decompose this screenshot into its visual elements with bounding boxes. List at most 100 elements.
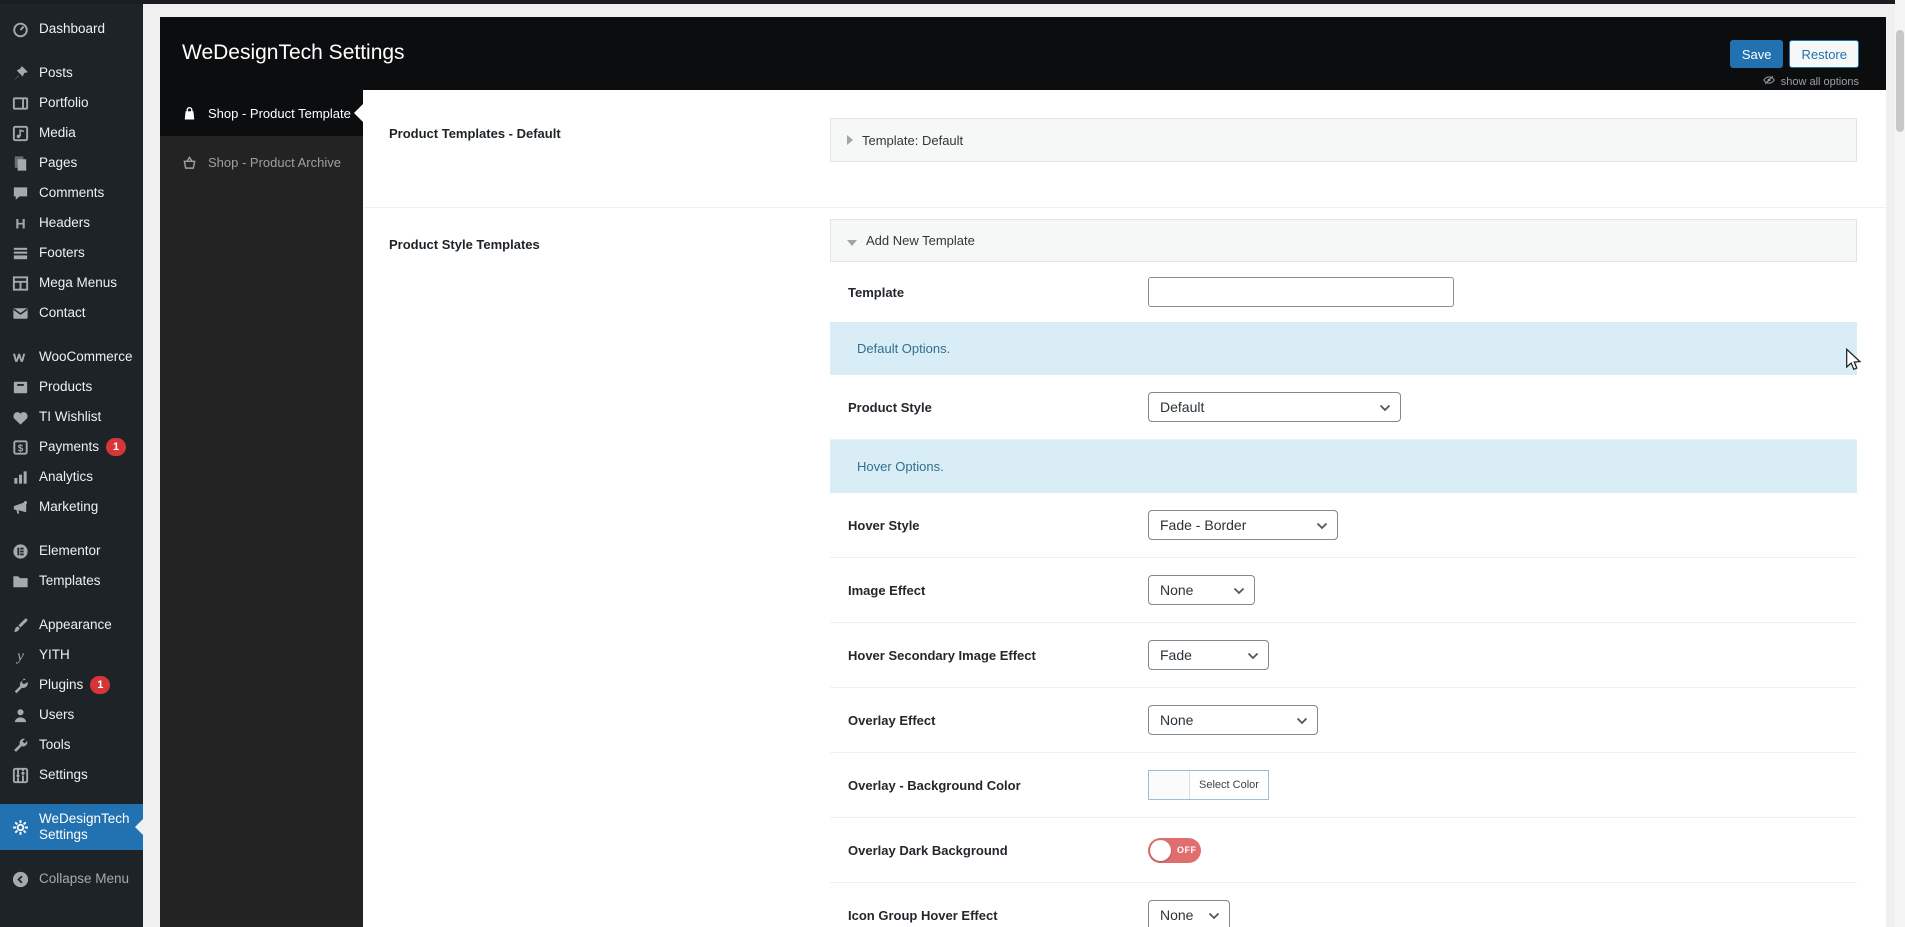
section-bar-label: Hover Options.: [857, 459, 944, 474]
sidebar-item-analytics[interactable]: Analytics: [0, 462, 143, 492]
sidebar-item-label: Pages: [39, 155, 78, 171]
hover-style-select[interactable]: Fade - Border: [1148, 510, 1338, 540]
select-value: None: [1160, 712, 1194, 728]
sidebar-item-label: Payments: [39, 439, 100, 455]
sidebar-item-label: Portfolio: [39, 95, 89, 111]
gear-icon: [11, 818, 30, 837]
save-button[interactable]: Save: [1729, 40, 1784, 68]
subnav-item-shop-product-template[interactable]: Shop - Product Template: [160, 90, 363, 136]
sidebar-item-label: Footers: [39, 245, 85, 261]
eye-off-icon: [1762, 73, 1776, 90]
footers-icon: [11, 244, 30, 263]
section-bar-default-options: Default Options.: [830, 322, 1857, 375]
shopping-bag-icon: [181, 105, 198, 122]
sidebar-item-label: Templates: [39, 573, 101, 589]
sidebar-item-label: Dashboard: [39, 21, 106, 37]
sidebar-item-label: WeDesignTech Settings: [39, 811, 130, 842]
chevron-down-icon: [1308, 517, 1328, 533]
folder-icon: [11, 572, 30, 591]
section-label: Product Templates - Default: [389, 126, 561, 141]
brush-icon: [11, 616, 30, 635]
restore-button[interactable]: Restore: [1789, 40, 1859, 68]
user-icon: [11, 706, 30, 725]
subnav-item-label: Shop - Product Archive: [208, 154, 341, 170]
woocommerce-icon: [11, 348, 30, 367]
settings-header: WeDesignTech Settings Save Restore show …: [160, 17, 1886, 90]
image-effect-select[interactable]: None: [1148, 575, 1255, 605]
sidebar-item-settings[interactable]: Settings: [0, 760, 143, 790]
form-rows: Template Default Options. Product Style Def…: [830, 262, 1857, 927]
template-input[interactable]: [1148, 277, 1454, 307]
bar-chart-icon: [11, 468, 30, 487]
show-all-options-label: show all options: [1780, 75, 1859, 88]
field-label: Template: [848, 284, 905, 300]
sidebar-item-label: Settings: [39, 767, 88, 783]
select-value: Default: [1160, 399, 1205, 415]
select-value: Fade - Border: [1160, 517, 1247, 533]
sidebar-item-yith[interactable]: y YITH: [0, 640, 143, 670]
select-color-button[interactable]: Select Color: [1190, 771, 1268, 799]
product-style-select[interactable]: Default: [1148, 392, 1401, 422]
sidebar-item-plugins[interactable]: Plugins 1: [0, 670, 143, 700]
section-label: Product Style Templates: [389, 237, 540, 252]
toggle-knob: [1150, 839, 1171, 861]
sidebar-item-portfolio[interactable]: Portfolio: [0, 88, 143, 118]
sidebar-item-elementor[interactable]: Elementor: [0, 536, 143, 566]
field-label: Icon Group Hover Effect: [848, 907, 998, 923]
sidebar-item-marketing[interactable]: Marketing: [0, 492, 143, 522]
sidebar-item-posts[interactable]: Posts: [0, 58, 143, 88]
svg-text:$: $: [18, 443, 24, 454]
sidebar-item-collapse-menu[interactable]: Collapse Menu: [0, 864, 143, 894]
sidebar-item-headers[interactable]: H Headers: [0, 208, 143, 238]
page-title: WeDesignTech Settings: [182, 41, 405, 64]
template-default-accordion[interactable]: Template: Default: [830, 118, 1857, 162]
add-new-template-accordion[interactable]: Add New Template: [830, 219, 1857, 262]
caret-down-icon: [847, 239, 857, 246]
sidebar-item-users[interactable]: Users: [0, 700, 143, 730]
hover-secondary-image-effect-select[interactable]: Fade: [1148, 640, 1269, 670]
sidebar-item-templates[interactable]: Templates: [0, 566, 143, 596]
sidebar-item-label: Contact: [39, 305, 86, 321]
sidebar-item-tools[interactable]: Tools: [0, 730, 143, 760]
scrollbar[interactable]: [1895, 0, 1905, 927]
sidebar-item-ti-wishlist[interactable]: TI Wishlist: [0, 402, 143, 432]
settings-row-overlay-dark-background: Overlay Dark Background OFF: [830, 818, 1857, 883]
overlay-background-color-picker[interactable]: Select Color: [1148, 770, 1269, 800]
sidebar-item-pages[interactable]: Pages: [0, 148, 143, 178]
subnav-item-label: Shop - Product Template: [208, 105, 351, 121]
products-icon: [11, 378, 30, 397]
sidebar-item-footers[interactable]: Footers: [0, 238, 143, 268]
portfolio-icon: [11, 94, 30, 113]
subnav-item-shop-product-archive[interactable]: Shop - Product Archive: [160, 136, 363, 188]
payments-icon: $: [11, 438, 30, 457]
sidebar-item-appearance[interactable]: Appearance: [0, 610, 143, 640]
sidebar-item-mega-menus[interactable]: Mega Menus: [0, 268, 143, 298]
overlay-effect-select[interactable]: None: [1148, 705, 1318, 735]
icon-group-hover-effect-select[interactable]: None: [1148, 900, 1230, 927]
sidebar-item-comments[interactable]: Comments: [0, 178, 143, 208]
mega-menus-icon: [11, 274, 30, 293]
sidebar-item-payments[interactable]: $ Payments 1: [0, 432, 143, 462]
heart-icon: [11, 408, 30, 427]
sidebar-item-label: Comments: [39, 185, 105, 201]
sidebar-item-woocommerce[interactable]: WooCommerce: [0, 342, 143, 372]
settings-row-hover-secondary-image-effect: Hover Secondary Image Effect Fade: [830, 623, 1857, 688]
chevron-down-icon: [1225, 582, 1245, 598]
sidebar-item-wedesigntech-settings[interactable]: WeDesignTech Settings: [0, 804, 143, 850]
sidebar-item-media[interactable]: Media: [0, 118, 143, 148]
scrollbar-thumb[interactable]: [1896, 30, 1904, 132]
sidebar-item-label: Posts: [39, 65, 73, 81]
sidebar-item-dashboard[interactable]: Dashboard: [0, 14, 143, 44]
settings-content: Product Templates - Default Template: De…: [363, 90, 1886, 927]
chevron-down-icon: [1200, 907, 1220, 923]
wrench-icon: [11, 736, 30, 755]
section-product-templates: Product Templates - Default Template: De…: [363, 90, 1886, 208]
svg-text:y: y: [15, 647, 24, 664]
sidebar-item-products[interactable]: Products: [0, 372, 143, 402]
sidebar-item-contact[interactable]: Contact: [0, 298, 143, 328]
overlay-dark-background-toggle[interactable]: OFF: [1148, 837, 1201, 863]
select-value: None: [1160, 582, 1194, 598]
show-all-options-toggle[interactable]: show all options: [1762, 73, 1859, 90]
comments-icon: [11, 184, 30, 203]
sidebar-item-label: Analytics: [39, 469, 94, 485]
